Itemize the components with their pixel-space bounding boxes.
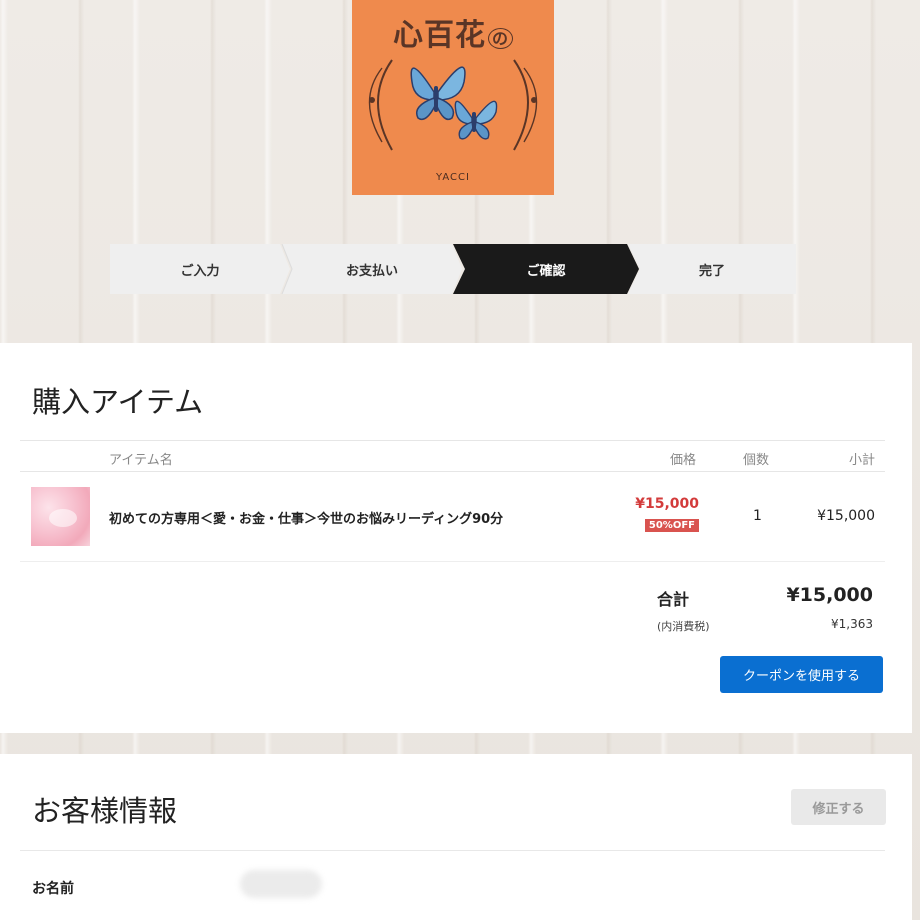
- step-input-label: ご入力: [180, 263, 220, 279]
- items-table-header: アイテム名 価格 個数 小計: [20, 440, 885, 472]
- step-input: ご入力: [110, 244, 290, 294]
- step-payment-label: お支払い: [345, 263, 398, 279]
- step-payment: お支払い: [282, 244, 462, 294]
- step-confirm: ご確認: [453, 244, 639, 294]
- column-item-name: アイテム名: [109, 453, 173, 468]
- total-value: ¥15,000: [786, 584, 873, 606]
- item-subtotal: ¥15,000: [817, 508, 875, 524]
- shop-logo[interactable]: 心百花の YACCI: [352, 0, 554, 195]
- tax-label: (内消費税): [657, 620, 710, 633]
- logo-title: 心百花の: [352, 10, 554, 54]
- blurred-name-value: [240, 870, 322, 898]
- thumbnail-highlight: [49, 509, 77, 527]
- purchase-items-card: 購入アイテム アイテム名 価格 個数 小計 初めての方専用＜愛・お金・仕事＞今世…: [0, 343, 912, 733]
- item-quantity: 1: [753, 508, 762, 524]
- use-coupon-button[interactable]: クーポンを使用する: [720, 656, 883, 693]
- logo-title-suffix: の: [487, 28, 513, 49]
- item-name[interactable]: 初めての方専用＜愛・お金・仕事＞今世のお悩みリーディング90分: [109, 508, 503, 527]
- column-subtotal: 小計: [848, 453, 875, 468]
- logo-subtitle: YACCI: [436, 172, 470, 183]
- butterfly-small: [454, 100, 498, 140]
- column-quantity: 個数: [743, 453, 770, 468]
- table-row: 初めての方専用＜愛・お金・仕事＞今世のお悩みリーディング90分 ¥15,000 …: [20, 472, 885, 562]
- step-complete: 完了: [628, 244, 796, 294]
- purchase-section-title: 購入アイテム: [32, 385, 204, 419]
- edit-button[interactable]: 修正する: [791, 789, 886, 825]
- tax-value: ¥1,363: [831, 617, 873, 631]
- discount-badge: 50%OFF: [644, 519, 699, 532]
- column-price: 価格: [670, 453, 697, 468]
- divider: [20, 850, 885, 851]
- total-label: 合計: [657, 590, 690, 609]
- name-label: お名前: [32, 881, 74, 897]
- customer-info-card: お客様情報 修正する お名前: [0, 754, 912, 920]
- step-complete-label: 完了: [698, 263, 725, 279]
- step-confirm-label: ご確認: [526, 263, 566, 279]
- checkout-steps: ご入力 お支払い ご確認 完了: [110, 244, 796, 294]
- step-divider: [281, 244, 293, 294]
- item-thumbnail[interactable]: [31, 487, 90, 546]
- customer-section-title: お客様情報: [32, 794, 178, 828]
- item-price: ¥15,000: [635, 496, 699, 512]
